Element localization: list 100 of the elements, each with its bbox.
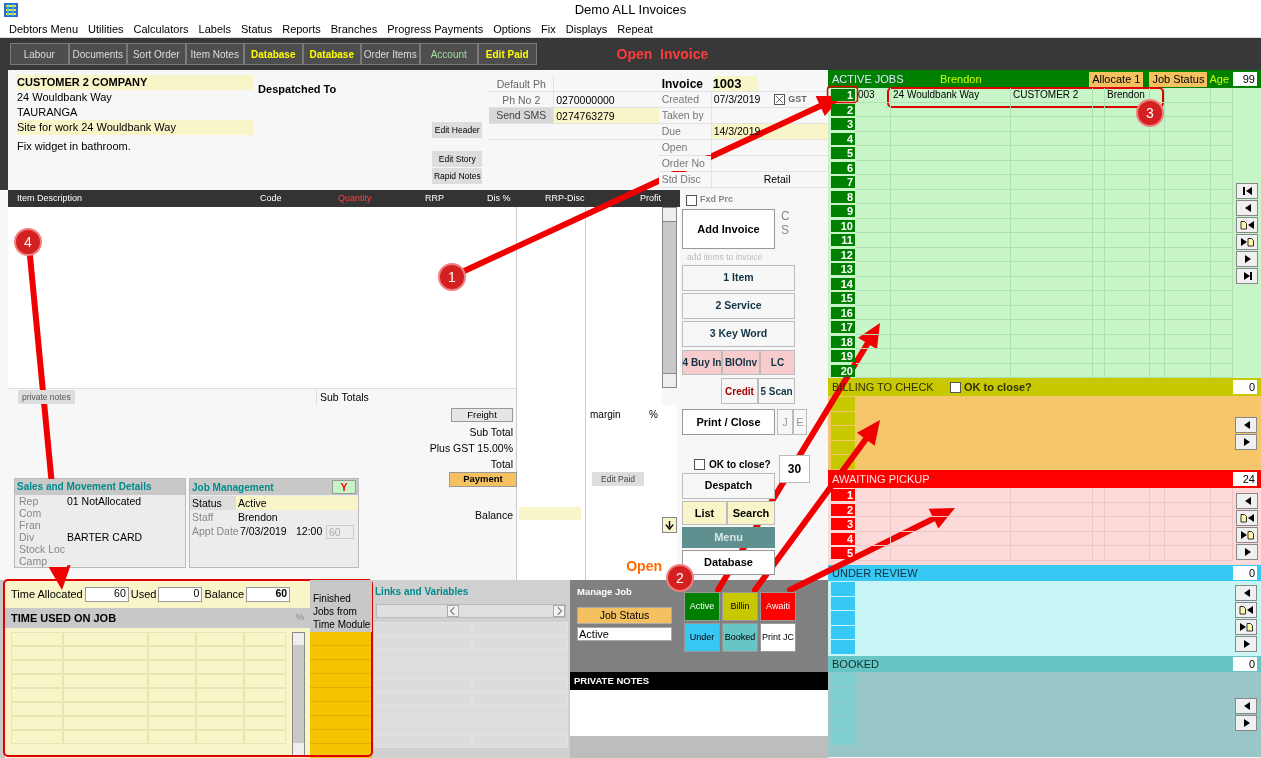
row-tile[interactable] [831,625,855,639]
row-tile[interactable] [831,673,855,687]
freight-button[interactable]: Freight [451,408,513,422]
list-button[interactable]: List [682,501,727,525]
checkbox[interactable] [694,458,705,470]
row-tile[interactable] [831,582,855,596]
menu-item[interactable]: Reports [277,20,326,37]
status-button[interactable]: Billin [722,592,758,621]
status-button[interactable]: Booked [722,623,758,652]
status-button[interactable]: Print JC [760,623,796,652]
row-tile[interactable] [831,596,855,610]
row-tile[interactable] [831,411,855,425]
row-number[interactable]: 4 [831,132,855,145]
row-number[interactable]: 2 [831,103,855,116]
nav-button[interactable] [1236,182,1258,199]
header-button[interactable]: Rapid Notes [432,168,483,184]
nav-button[interactable] [1235,433,1257,450]
nav-button[interactable] [1235,602,1257,618]
nav-button[interactable] [1235,416,1257,433]
scan-button[interactable]: 5 Scan [758,378,795,404]
row-number[interactable]: 12 [831,248,855,261]
nav-button[interactable] [1235,636,1257,652]
row-number[interactable]: 17 [831,321,855,334]
row-tile[interactable] [831,611,855,625]
row-number[interactable]: 5 [831,547,855,560]
row-number[interactable]: 18 [831,335,855,348]
row-number[interactable]: 15 [831,292,855,305]
row-number[interactable]: 13 [831,263,855,276]
menu-item[interactable]: Debtors Menu [4,20,84,37]
scrollbar[interactable] [662,207,677,388]
menu-item[interactable]: Repeat [612,20,658,37]
toolbar-tab[interactable]: Item Notes [185,43,244,65]
menu-item[interactable]: Utilities [83,20,129,37]
row-number[interactable]: 20 [831,364,855,377]
despatch-button[interactable]: Despatch [682,473,775,499]
nav-button[interactable] [1235,715,1257,731]
send-sms-button[interactable]: Send SMS [489,108,554,123]
toolbar-tab[interactable]: Labour [10,43,69,65]
header-button[interactable]: Edit Story [432,151,483,167]
buy-button[interactable]: 4 Buy In [682,350,722,375]
row-number[interactable]: 1 [831,489,855,502]
search-button[interactable]: Search [727,501,775,525]
database-button[interactable]: Database [682,550,775,575]
header-button[interactable]: Edit Header [432,122,483,138]
horizontal-scrollbar[interactable] [376,604,566,618]
input-field[interactable]: 60 [246,586,291,602]
row-number[interactable]: 14 [831,277,855,290]
row-number[interactable]: 7 [831,176,855,189]
nav-button[interactable] [1236,216,1258,233]
row-number[interactable]: 8 [831,190,855,203]
menu-item[interactable]: Labels [193,20,236,37]
checkbox[interactable] [686,194,697,206]
toolbar-tab[interactable]: Edit Paid [478,43,537,65]
nav-button[interactable] [1236,527,1258,543]
row-number[interactable]: 3 [831,118,855,131]
row-number[interactable]: 2 [831,503,855,516]
menu-item[interactable]: Displays [560,20,613,37]
toolbar-tab[interactable]: Database [244,43,303,65]
nav-button[interactable] [1236,250,1258,267]
menu-item[interactable]: Branches [325,20,383,37]
toolbar-tab[interactable]: Documents [68,43,127,65]
allocate-button[interactable]: Allocate 1 [1089,71,1144,87]
toolbar-tab[interactable]: Order Items [361,43,420,65]
row-tile[interactable] [831,640,855,654]
menu-item[interactable]: Calculators [128,20,194,37]
row-number[interactable]: 1 [831,89,855,102]
row-tile[interactable] [831,426,855,440]
menu-item[interactable]: Fix [536,20,561,37]
print-close-button[interactable]: Print / Close [682,409,775,435]
menu-item[interactable]: Options [488,20,537,37]
item-button[interactable]: 2 Service [682,293,795,319]
edit-paid-button[interactable]: Edit Paid [592,472,644,486]
add-invoice-button[interactable]: Add Invoice [682,209,775,249]
row-tile[interactable] [831,702,855,716]
input-field[interactable]: 60 [84,586,129,602]
nav-button[interactable] [1236,544,1258,560]
buy-button[interactable]: BIOInv [722,350,760,375]
down-button[interactable] [662,517,677,533]
buy-button[interactable]: LC [760,350,795,375]
row-number[interactable]: 4 [831,532,855,545]
row-number[interactable]: 5 [831,147,855,160]
row-number[interactable]: 10 [831,219,855,232]
credit-button[interactable]: Credit [721,378,758,404]
menu-item[interactable]: Status [236,20,278,37]
nav-button[interactable] [1236,510,1258,526]
toolbar-tab[interactable]: Account [419,43,478,65]
nav-button[interactable] [1236,233,1258,250]
nav-button[interactable] [1235,698,1257,714]
item-button[interactable]: 1 Item [682,265,795,291]
status-button[interactable]: Under [684,623,720,652]
menu-item[interactable]: Progress Payments [382,20,489,37]
toolbar-tab[interactable]: Sort Order [127,43,186,65]
row-number[interactable]: 6 [831,161,855,174]
row-number[interactable]: 16 [831,306,855,319]
row-number[interactable]: 19 [831,350,855,363]
nav-button[interactable] [1236,267,1258,284]
private-notes-button[interactable]: private notes [18,390,75,404]
row-number[interactable]: 9 [831,205,855,218]
row-tile[interactable] [831,716,855,730]
input-field[interactable]: 0 [158,586,203,602]
